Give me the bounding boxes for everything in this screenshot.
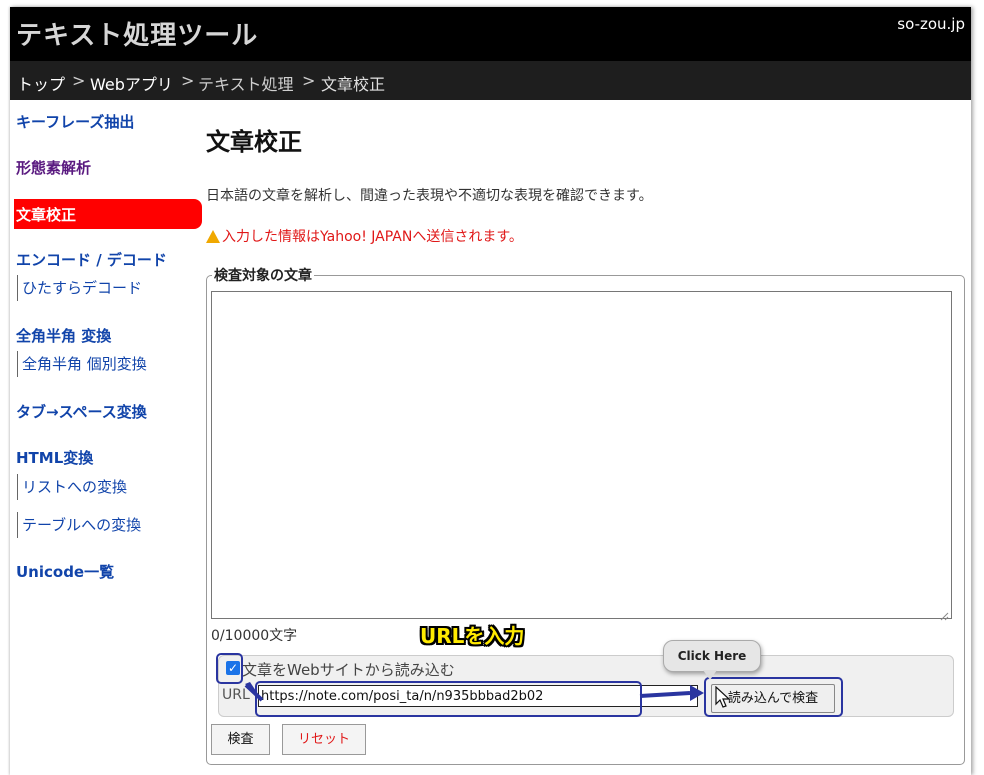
annotation-tooltip-tail — [703, 670, 717, 680]
annotation-arrow-url-head — [690, 685, 704, 701]
mouse-cursor-icon — [715, 685, 731, 712]
annotation-arrow-url-line — [639, 691, 691, 698]
cursor-svg — [715, 685, 731, 708]
annotation-arrow-checkbox-line — [244, 683, 264, 702]
annotation-tooltip: Click Here — [663, 640, 761, 672]
annotation-callout: URLを入力 — [420, 624, 525, 648]
annotation-arrows — [244, 682, 704, 702]
